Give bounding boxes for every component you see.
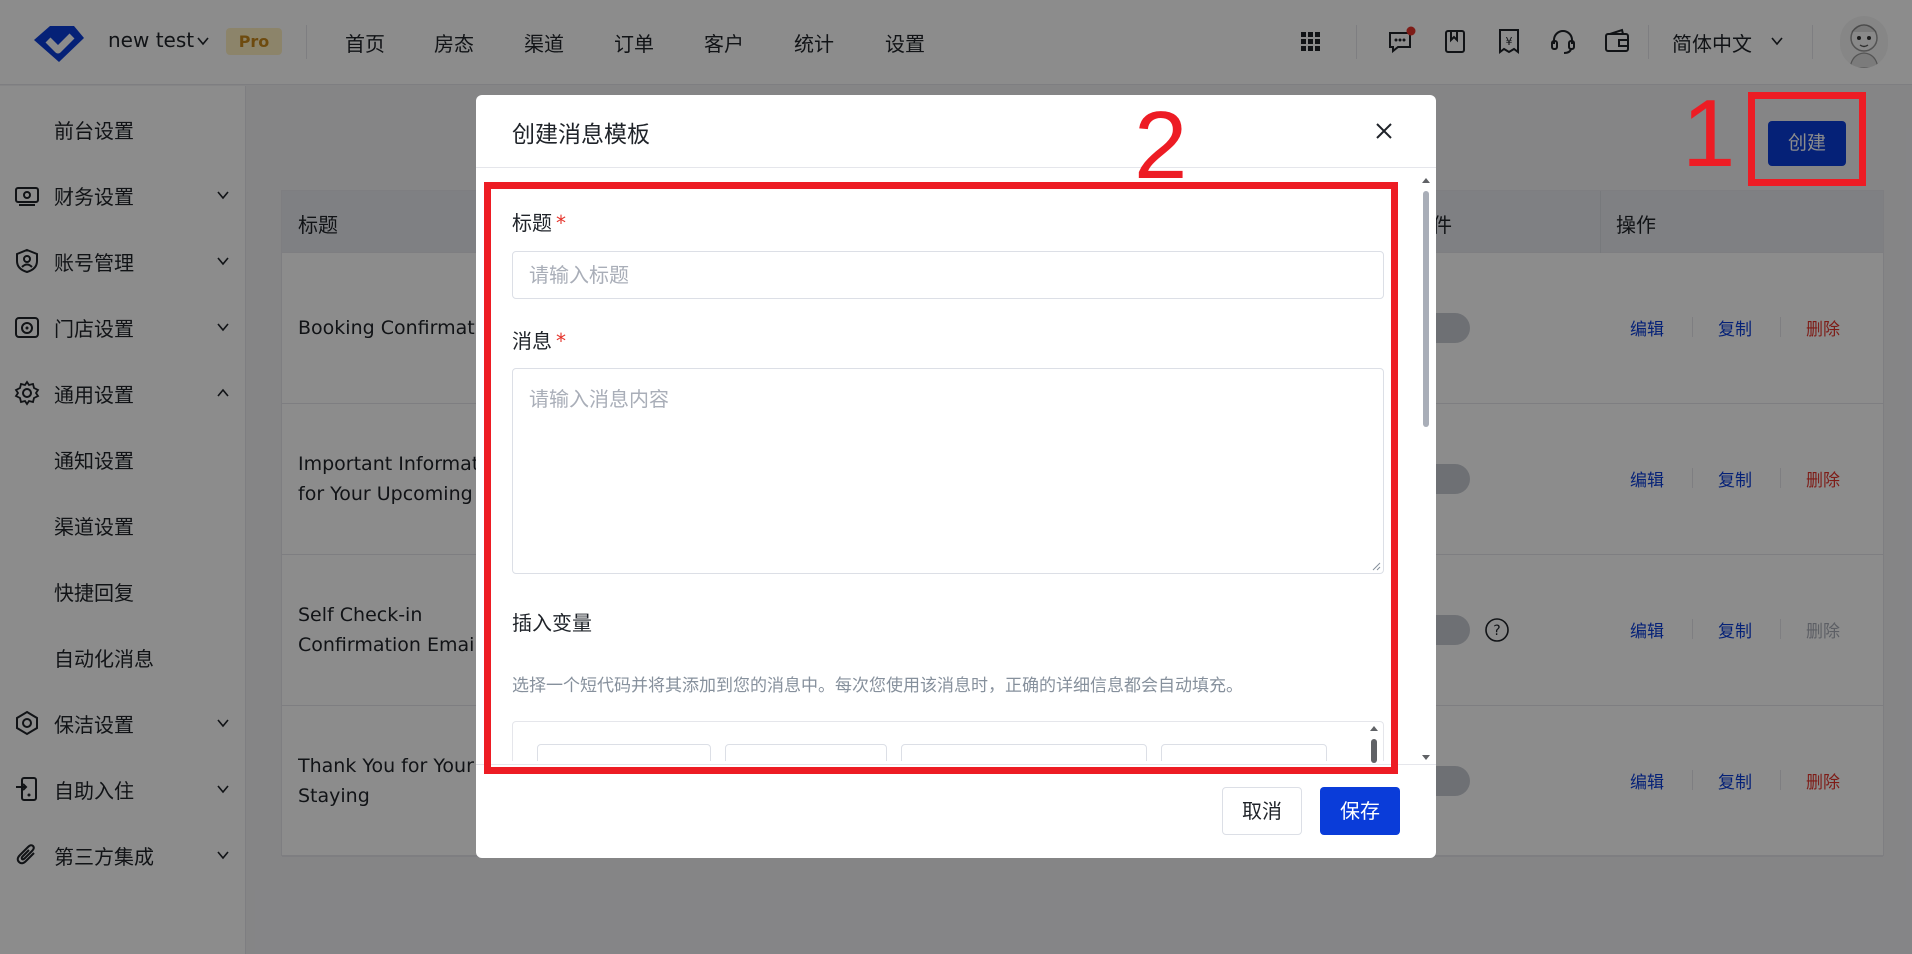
save-button[interactable]: 保存 [1320,787,1400,835]
close-icon[interactable] [1372,119,1396,143]
dialog-scrollbar[interactable] [1420,175,1432,765]
annotation-box-step-1 [1748,92,1866,186]
cancel-button[interactable]: 取消 [1222,787,1302,835]
dialog-title: 创建消息模板 [512,122,650,148]
divider [476,167,1436,168]
annotation-number-2: 2 [1134,92,1188,199]
annotation-box-step-2 [484,182,1398,774]
annotation-number-1: 1 [1682,80,1736,187]
